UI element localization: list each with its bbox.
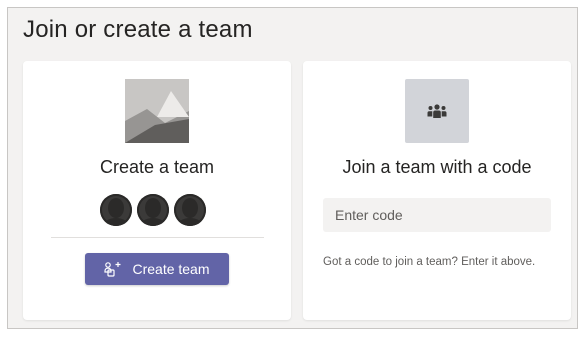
person-silhouette-icon [177,198,203,226]
landscape-placeholder-icon [125,79,189,143]
page-title: Join or create a team [23,16,253,43]
join-hint-text: Got a code to join a team? Enter it abov… [323,256,536,268]
avatar [100,194,132,226]
dialog-frame: Join or create a team Create a team Crea… [7,7,578,329]
create-team-title: Create a team [99,157,215,177]
add-team-icon [104,262,121,277]
member-avatars [100,194,206,226]
avatar [137,194,169,226]
divider [51,237,264,238]
create-team-button-label: Create team [132,261,210,277]
create-team-button[interactable]: Create team [85,253,229,285]
join-team-thumbnail [405,79,469,143]
people-group-icon [427,104,447,118]
person-silhouette-icon [103,198,129,226]
person-silhouette-icon [140,198,166,226]
join-team-title: Join a team with a code [342,157,532,177]
avatar [174,194,206,226]
join-team-card: Join a team with a code Got a code to jo… [303,61,571,320]
create-team-card[interactable]: Create a team Create team [23,61,291,320]
team-code-input[interactable] [323,198,551,232]
